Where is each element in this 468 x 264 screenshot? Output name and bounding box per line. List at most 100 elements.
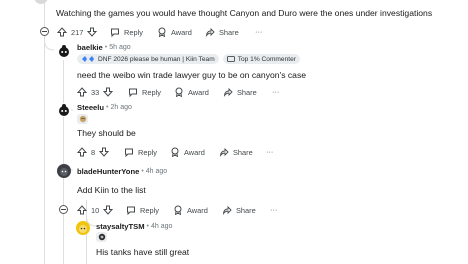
thread-branch-1 xyxy=(44,40,55,51)
share-label: Share xyxy=(236,205,256,215)
share-button[interactable]: Share xyxy=(222,205,256,215)
reply-label: Reply xyxy=(124,27,143,37)
upvote-icon[interactable] xyxy=(57,27,67,37)
flair-emoji-icon xyxy=(98,233,105,241)
avatar-staysaltytsm[interactable] xyxy=(76,221,90,235)
username[interactable]: Steeelu xyxy=(77,103,104,112)
username[interactable]: bladeHunterYone xyxy=(77,167,139,176)
award-icon xyxy=(174,205,182,215)
share-button[interactable]: Share xyxy=(223,87,257,97)
badge-text: Top 1% Commenter xyxy=(237,55,296,63)
flair-emoji-icon xyxy=(79,115,86,123)
share-icon xyxy=(219,147,229,157)
award-label: Award xyxy=(188,87,209,97)
comment-header: staysaltyTSM • 4h ago xyxy=(96,222,172,231)
collapse-thread-button[interactable] xyxy=(59,205,68,214)
comment-header: Steeelu • 2h ago xyxy=(77,103,132,112)
share-label: Share xyxy=(237,87,257,97)
share-icon xyxy=(205,27,215,37)
award-icon xyxy=(175,87,183,97)
vote-group: 33 xyxy=(77,87,114,97)
reply-icon xyxy=(111,28,119,37)
award-button[interactable]: Award xyxy=(173,205,208,215)
share-label: Share xyxy=(233,147,253,157)
reply-icon xyxy=(125,148,133,157)
minus-icon xyxy=(42,31,47,32)
reply-label: Reply xyxy=(140,205,159,215)
upvote-icon[interactable] xyxy=(77,87,87,97)
separator-dot: • xyxy=(106,104,109,111)
snoo-avatar-icon xyxy=(60,168,68,176)
reply-button[interactable]: Reply xyxy=(128,87,161,97)
avatar-bladehunteryone[interactable] xyxy=(57,164,71,178)
user-flair-emoji xyxy=(96,232,107,242)
user-flair: DNF 2026 please be human | Kiin Team xyxy=(77,54,219,64)
vote-count: 33 xyxy=(91,87,100,97)
vote-group: 10 xyxy=(77,205,114,215)
share-icon xyxy=(223,87,233,97)
award-button[interactable]: Award xyxy=(157,27,192,37)
flair-text: DNF 2026 please be human | Kiin Team xyxy=(98,55,215,63)
flair-emoji-icon xyxy=(82,56,94,62)
award-label: Award xyxy=(184,147,205,157)
share-icon xyxy=(222,205,232,215)
reply-icon xyxy=(127,206,135,215)
comment-text: Add Kiin to the list xyxy=(77,185,146,195)
downvote-icon[interactable] xyxy=(99,147,110,157)
username[interactable]: staysaltyTSM xyxy=(96,222,145,231)
more-options-button[interactable]: ··· xyxy=(272,87,279,96)
timestamp: 4h ago xyxy=(151,223,173,230)
timestamp: 2h ago xyxy=(110,104,132,111)
downvote-icon[interactable] xyxy=(103,205,114,215)
share-button[interactable]: Share xyxy=(219,147,253,157)
separator-dot: • xyxy=(141,168,144,175)
award-icon xyxy=(171,147,179,157)
reply-button[interactable]: Reply xyxy=(110,27,143,37)
vote-group: 8 xyxy=(77,147,110,157)
top-commenter-badge: Top 1% Commenter xyxy=(222,54,300,64)
award-button[interactable]: Award xyxy=(174,87,209,97)
flair-row: DNF 2026 please be human | Kiin Team Top… xyxy=(77,54,304,64)
upvote-icon[interactable] xyxy=(77,147,87,157)
separator-dot: • xyxy=(146,223,149,230)
downvote-icon[interactable] xyxy=(87,27,98,37)
snoo-avatar-icon xyxy=(59,104,69,116)
username[interactable]: baelkie xyxy=(77,43,103,52)
timestamp: 4h ago xyxy=(145,168,168,175)
more-options-button[interactable]: ··· xyxy=(255,27,262,36)
comment-header: bladeHunterYone • 4h ago xyxy=(77,167,167,176)
comment-text: Watching the games you would have though… xyxy=(56,8,433,18)
vote-group: 217 xyxy=(57,27,98,37)
reply-label: Reply xyxy=(142,87,161,97)
collapse-thread-button[interactable] xyxy=(40,27,49,36)
upvote-icon[interactable] xyxy=(77,205,87,215)
snoo-avatar-icon xyxy=(59,45,69,57)
award-icon xyxy=(158,27,166,37)
comment-text: need the weibo win trade lawyer guy to b… xyxy=(77,70,307,80)
vote-count: 10 xyxy=(91,205,100,215)
downvote-icon[interactable] xyxy=(103,87,114,97)
award-button[interactable]: Award xyxy=(170,147,205,157)
more-options-button[interactable]: ··· xyxy=(266,147,273,156)
avatar-baelkie[interactable] xyxy=(57,44,71,58)
separator-dot: • xyxy=(104,44,108,51)
comment-text: His tanks have still great xyxy=(96,247,190,257)
share-button[interactable]: Share xyxy=(205,27,239,37)
badge-icon xyxy=(226,56,235,62)
vote-count: 217 xyxy=(71,27,84,37)
reply-button[interactable]: Reply xyxy=(126,205,159,215)
reply-label: Reply xyxy=(138,147,157,157)
avatar-top-user[interactable] xyxy=(34,0,48,4)
timestamp: 5h ago xyxy=(109,44,131,51)
more-options-button[interactable]: ··· xyxy=(270,205,277,214)
comment-text: They should be xyxy=(77,128,136,138)
vote-count: 8 xyxy=(91,147,96,157)
reply-icon xyxy=(129,88,137,97)
award-label: Award xyxy=(171,27,192,37)
reply-button[interactable]: Reply xyxy=(124,147,157,157)
snoo-avatar-icon xyxy=(79,225,87,233)
award-label: Award xyxy=(187,205,208,215)
avatar-steeelu[interactable] xyxy=(57,103,71,117)
comment-header: baelkie • 5h ago xyxy=(77,43,131,52)
share-label: Share xyxy=(219,27,239,37)
